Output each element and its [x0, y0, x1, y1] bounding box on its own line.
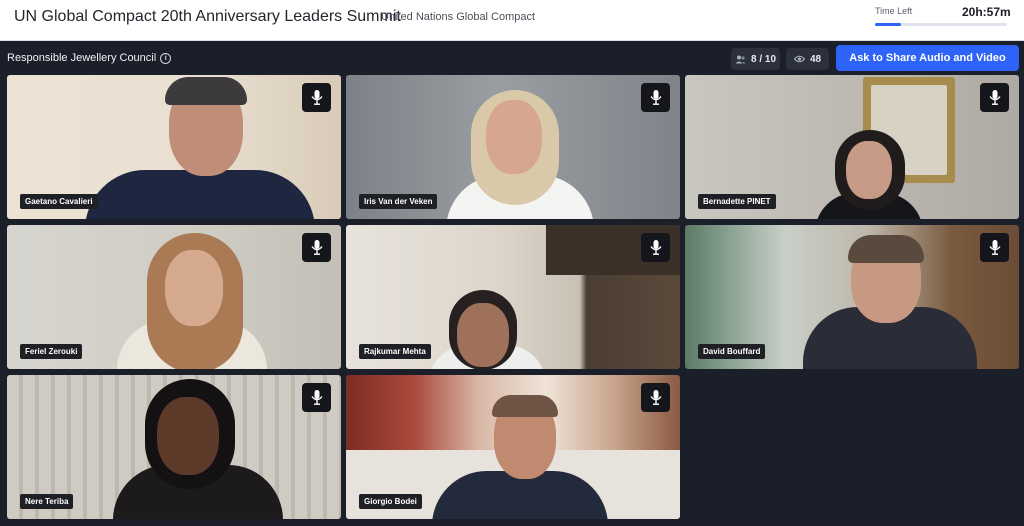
participant-name-tag: Nere Teriba	[20, 494, 74, 509]
person-hair	[165, 77, 247, 105]
mute-toggle-button[interactable]	[641, 383, 670, 412]
event-title: UN Global Compact 20th Anniversary Leade…	[14, 8, 401, 25]
person-body	[85, 170, 315, 219]
participant-name-tag: Gaetano Cavalieri	[20, 194, 98, 209]
video-tile[interactable]: Iris Van der Veken	[346, 75, 680, 219]
microphone-icon	[988, 90, 1001, 105]
time-progress-bar	[875, 23, 1007, 26]
participants-count[interactable]: 8 / 10	[731, 48, 780, 70]
participant-name-tag: Bernadette PINET	[698, 194, 776, 209]
person-head	[157, 397, 219, 475]
video-tile[interactable]: Giorgio Bodei	[346, 375, 680, 519]
participant-name-tag: Rajkumar Mehta	[359, 344, 431, 359]
people-icon	[735, 55, 746, 63]
mute-toggle-button[interactable]	[980, 233, 1009, 262]
viewers-count[interactable]: 48	[786, 48, 829, 70]
mute-toggle-button[interactable]	[980, 83, 1009, 112]
video-tile[interactable]: David Bouffard	[685, 225, 1019, 369]
microphone-icon	[649, 90, 662, 105]
viewers-count-text: 48	[809, 53, 822, 65]
top-bar: UN Global Compact 20th Anniversary Leade…	[0, 0, 1024, 41]
eye-icon	[793, 55, 805, 63]
time-left-value: 20h:57m	[962, 5, 1011, 19]
participant-name-tag: Giorgio Bodei	[359, 494, 422, 509]
person-hair	[848, 235, 924, 263]
room-title: Responsible Jewellery Council i	[7, 52, 172, 64]
info-icon[interactable]: i	[160, 52, 172, 64]
microphone-icon	[310, 240, 323, 255]
participant-name-tag: David Bouffard	[698, 344, 766, 359]
mute-toggle-button[interactable]	[641, 233, 670, 262]
organization-name[interactable]: United Nations Global Compact	[381, 11, 535, 23]
video-tile[interactable]: Nere Teriba	[7, 375, 341, 519]
person-head	[846, 141, 892, 199]
microphone-icon	[310, 390, 323, 405]
mute-toggle-button[interactable]	[302, 83, 331, 112]
mute-toggle-button[interactable]	[641, 83, 670, 112]
person-hair	[492, 395, 558, 417]
microphone-icon	[649, 240, 662, 255]
person-head	[486, 100, 542, 174]
person-head	[165, 250, 223, 326]
room-toolbar: Responsible Jewellery Council i 8 / 10 4…	[0, 41, 1024, 74]
microphone-icon	[649, 390, 662, 405]
video-tile[interactable]: Bernadette PINET	[685, 75, 1019, 219]
microphone-icon	[310, 90, 323, 105]
room-name-label: Responsible Jewellery Council	[7, 52, 157, 64]
video-tile[interactable]: Rajkumar Mehta	[346, 225, 680, 369]
video-tile[interactable]: Feriel Zerouki	[7, 225, 341, 369]
participants-count-text: 8 / 10	[750, 53, 777, 65]
mute-toggle-button[interactable]	[302, 233, 331, 262]
time-progress-fill	[875, 23, 902, 26]
video-tile[interactable]: Gaetano Cavalieri	[7, 75, 341, 219]
person-head	[457, 303, 509, 367]
mute-toggle-button[interactable]	[302, 383, 331, 412]
ask-to-share-button[interactable]: Ask to Share Audio and Video	[836, 45, 1019, 71]
participant-name-tag: Iris Van der Veken	[359, 194, 438, 209]
participant-name-tag: Feriel Zerouki	[20, 344, 83, 359]
time-left-label: Time Left	[875, 6, 913, 16]
microphone-icon	[988, 240, 1001, 255]
